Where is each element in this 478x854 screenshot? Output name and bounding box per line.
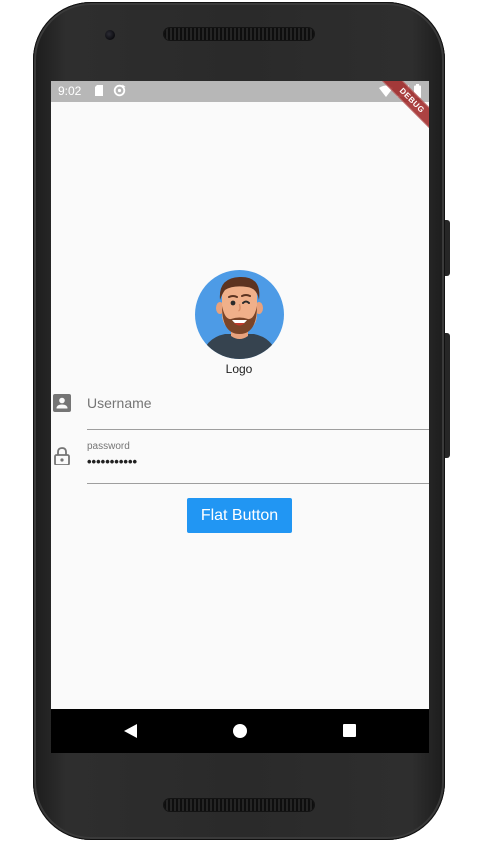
password-underline — [87, 483, 429, 484]
status-time: 9:02 — [58, 84, 82, 98]
avatar-icon — [201, 276, 278, 359]
front-camera — [105, 30, 115, 40]
sd-card-icon — [95, 85, 103, 96]
power-button — [445, 333, 450, 458]
account-box-icon — [53, 394, 71, 412]
back-icon[interactable] — [123, 724, 137, 738]
username-underline — [87, 429, 429, 430]
earpiece-speaker — [164, 28, 314, 40]
status-bar: 9:02 DEBUG — [51, 81, 429, 138]
navigation-bar — [51, 709, 429, 753]
bottom-speaker — [164, 799, 314, 811]
sync-icon — [113, 84, 126, 97]
lock-icon — [54, 447, 70, 465]
password-input[interactable]: ••••••••••• — [87, 454, 137, 469]
home-icon[interactable] — [233, 724, 247, 738]
logo-label: Logo — [225, 362, 253, 376]
volume-button — [445, 220, 450, 276]
password-label: password — [87, 441, 130, 452]
avatar — [195, 270, 284, 359]
flat-button[interactable]: Flat Button — [187, 498, 292, 533]
username-input[interactable]: Username — [87, 392, 429, 414]
app-screen: 9:02 DEBUG Logo Username password ••••••… — [51, 81, 429, 753]
recents-icon[interactable] — [343, 724, 356, 737]
